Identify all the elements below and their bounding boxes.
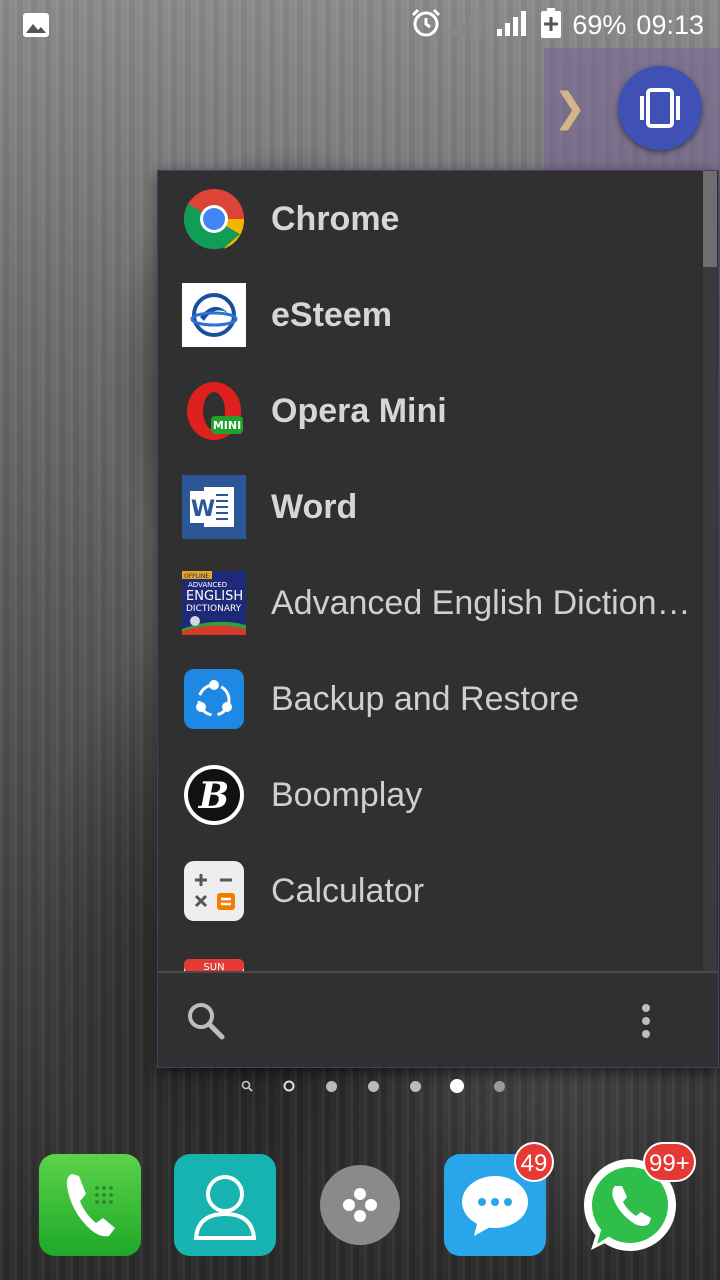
- calculator-icon: [182, 859, 246, 923]
- dock-messages[interactable]: 49: [444, 1142, 554, 1256]
- list-item-advanced-english-dictionary[interactable]: OFFLINE ADVANCED ENGLISH DICTIONARY Adva…: [158, 555, 703, 651]
- app-label: eSteem: [271, 295, 392, 334]
- boomplay-icon: B: [182, 763, 246, 827]
- chevron-right-icon[interactable]: ❯: [553, 88, 587, 128]
- calendar-icon: SUN: [182, 957, 246, 971]
- word-icon: W: [182, 475, 246, 539]
- dock-phone[interactable]: [39, 1154, 141, 1256]
- dock-contacts[interactable]: [174, 1154, 276, 1256]
- status-bar: 69% 09:13: [0, 0, 720, 50]
- list-item-calendar[interactable]: SUN: [158, 939, 703, 971]
- battery-charging-icon: [540, 7, 562, 44]
- esteem-icon: [182, 283, 246, 347]
- list-item-opera-mini[interactable]: MINI Opera Mini: [158, 363, 703, 459]
- recent-apps-icon: [640, 88, 680, 128]
- search-page-dot[interactable]: [226, 1078, 268, 1094]
- dock-app-drawer[interactable]: [309, 1154, 411, 1256]
- home-page-dot[interactable]: [268, 1078, 310, 1094]
- svg-text:MINI: MINI: [213, 419, 241, 432]
- page-dot[interactable]: [478, 1078, 520, 1094]
- page-dot[interactable]: [352, 1078, 394, 1094]
- app-label: Boomplay: [271, 775, 423, 814]
- list-item-chrome[interactable]: Chrome: [158, 171, 703, 267]
- phone-icon: [39, 1154, 141, 1256]
- app-label: Advanced English Dictionary: [271, 583, 701, 622]
- svg-text:B: B: [198, 775, 229, 817]
- list-item-calculator[interactable]: Calculator: [158, 843, 703, 939]
- search-icon[interactable]: [186, 1001, 226, 1046]
- page-indicator[interactable]: [226, 1078, 520, 1094]
- app-drawer-icon: [320, 1165, 400, 1245]
- app-switcher-button[interactable]: [618, 66, 702, 150]
- app-drawer-popup: Chrome eSteem MINI Opera Mini W Word OFF…: [157, 170, 719, 1068]
- app-list[interactable]: Chrome eSteem MINI Opera Mini W Word OFF…: [158, 171, 703, 971]
- notification-badge: 49: [514, 1142, 554, 1182]
- svg-text:DICTIONARY: DICTIONARY: [186, 604, 242, 614]
- app-label: Word: [271, 487, 358, 526]
- gallery-icon: [22, 12, 50, 43]
- list-item-esteem[interactable]: eSteem: [158, 267, 703, 363]
- svg-text:ENGLISH: ENGLISH: [186, 589, 243, 604]
- signal-icon-2: [496, 9, 530, 42]
- svg-text:ADVANCED: ADVANCED: [188, 581, 227, 589]
- dock-whatsapp[interactable]: 99+: [579, 1142, 696, 1256]
- battery-percent: 69%: [572, 9, 627, 40]
- clock: 09:13: [636, 9, 704, 40]
- list-item-backup-and-restore[interactable]: Backup and Restore: [158, 651, 703, 747]
- svg-text:SUN: SUN: [203, 962, 224, 971]
- scrollbar-thumb[interactable]: [703, 171, 717, 267]
- more-vert-icon[interactable]: [636, 1003, 656, 1044]
- page-dot[interactable]: [394, 1078, 436, 1094]
- page-dot-active[interactable]: [436, 1078, 478, 1094]
- page-dot[interactable]: [310, 1078, 352, 1094]
- notification-badge: 99+: [643, 1142, 696, 1182]
- search-icon-small: [241, 1080, 253, 1092]
- app-label: Backup and Restore: [271, 679, 580, 718]
- app-label: Opera Mini: [271, 391, 447, 430]
- svg-text:W: W: [191, 497, 215, 522]
- app-label: Chrome: [271, 199, 400, 238]
- divider: [158, 971, 718, 973]
- home-icon: [283, 1080, 295, 1092]
- contacts-icon: [174, 1154, 276, 1256]
- chrome-icon: [182, 187, 246, 251]
- list-item-boomplay[interactable]: B Boomplay: [158, 747, 703, 843]
- list-item-word[interactable]: W Word: [158, 459, 703, 555]
- backup-icon: [182, 667, 246, 731]
- svg-text:OFFLINE: OFFLINE: [184, 573, 209, 580]
- signal-icon: [452, 9, 486, 42]
- opera-mini-icon: MINI: [182, 379, 246, 443]
- app-label: Calculator: [271, 871, 425, 910]
- dictionary-icon: OFFLINE ADVANCED ENGLISH DICTIONARY: [182, 571, 246, 635]
- scrollbar[interactable]: [703, 171, 717, 971]
- alarm-icon: [410, 7, 442, 44]
